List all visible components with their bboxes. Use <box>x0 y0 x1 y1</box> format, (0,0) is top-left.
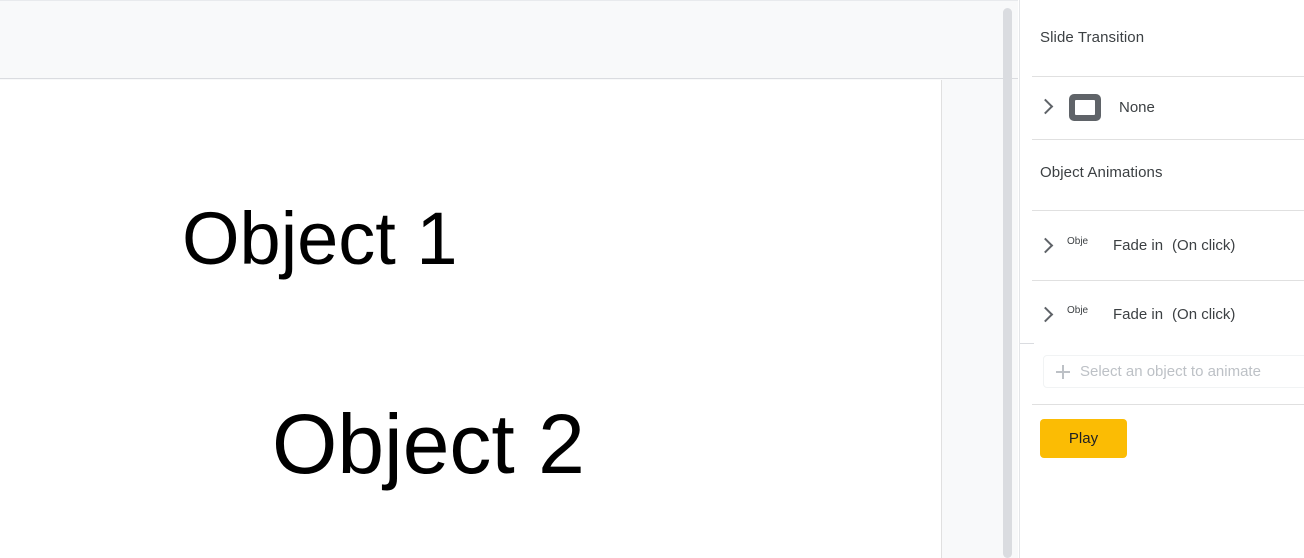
slide-rectangle-icon <box>1069 93 1101 121</box>
editor-area: Object 1 Object 2 <box>0 0 1018 558</box>
animation-object-thumbnail-text: Obje <box>1067 304 1089 316</box>
select-object-to-animate-button[interactable]: Select an object to animate <box>1043 355 1304 388</box>
animation-object-thumbnail: Obje <box>1067 300 1101 329</box>
editor-scrollbar-thumb[interactable] <box>1003 8 1012 558</box>
motion-side-panel: Slide Transition None Object Animations … <box>1019 0 1304 558</box>
slide-transition-heading: Slide Transition <box>1040 29 1145 46</box>
divider <box>1032 139 1304 140</box>
select-object-to-animate-label: Select an object to animate <box>1080 363 1261 380</box>
animation-trigger-label: (On click) <box>1172 306 1236 323</box>
slide-canvas[interactable]: Object 1 Object 2 <box>0 80 942 558</box>
animation-trigger-label: (On click) <box>1172 237 1236 254</box>
slide-transition-row[interactable]: None <box>1020 77 1304 137</box>
chevron-right-icon[interactable] <box>1033 303 1057 327</box>
plus-icon <box>1054 363 1072 381</box>
chevron-right-icon[interactable] <box>1033 234 1057 258</box>
chevron-right-icon[interactable] <box>1033 95 1057 119</box>
divider <box>1032 404 1304 405</box>
animation-row[interactable]: Obje Fade in (On click) <box>1020 211 1304 280</box>
divider <box>1020 343 1034 344</box>
editor-vertical-scrollbar[interactable] <box>1000 0 1014 558</box>
object-animations-heading: Object Animations <box>1040 164 1163 181</box>
animation-effect-label: Fade in <box>1113 237 1164 254</box>
slides-editor-window: Object 1 Object 2 Slide Transition None … <box>0 0 1304 558</box>
animation-row[interactable]: Obje Fade in (On click) <box>1020 280 1304 349</box>
editor-toolbar-strip <box>0 0 1018 79</box>
animation-object-thumbnail-text: Obje <box>1067 235 1089 247</box>
animation-effect-label: Fade in <box>1113 306 1164 323</box>
play-button[interactable]: Play <box>1040 419 1127 458</box>
slide-text-object-2[interactable]: Object 2 <box>272 402 585 486</box>
slide-text-object-1[interactable]: Object 1 <box>182 202 458 276</box>
animation-object-thumbnail: Obje <box>1067 231 1101 260</box>
slide-transition-value: None <box>1119 98 1155 116</box>
